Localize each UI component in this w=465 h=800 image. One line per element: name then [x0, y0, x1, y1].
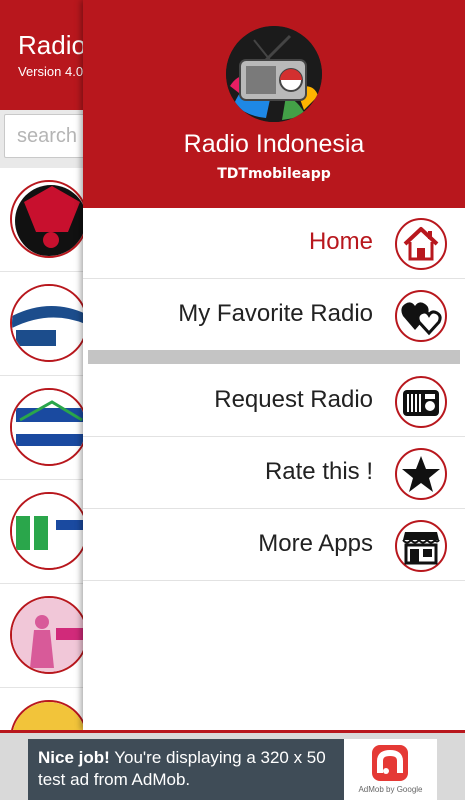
ad-caption: AdMob by Google	[358, 785, 423, 794]
station-logo	[10, 492, 88, 570]
admob-logo-icon	[372, 745, 408, 781]
station-logo	[10, 284, 88, 362]
drawer-app-name: Radio Indonesia	[183, 130, 365, 158]
background-version: Version 4.0	[18, 64, 84, 79]
menu-divider	[88, 350, 460, 364]
menu-item-favorites[interactable]: My Favorite Radio	[83, 280, 465, 351]
menu-item-label: Request Radio	[214, 386, 373, 413]
menu-item-label: My Favorite Radio	[178, 300, 373, 327]
ad-headline: Nice job!	[38, 748, 110, 767]
station-logo	[10, 388, 88, 466]
menu-item-label: Rate this !	[264, 458, 373, 485]
menu-item-label: Home	[308, 228, 373, 255]
drawer-header: Radio Indonesia TDTmobileapp	[83, 0, 465, 208]
home-icon	[395, 218, 447, 270]
menu-item-request-radio[interactable]: Request Radio	[83, 366, 465, 437]
station-logo	[10, 180, 88, 258]
hearts-icon	[395, 290, 447, 342]
menu-item-more-apps[interactable]: More Apps	[83, 510, 465, 581]
search-placeholder: search k	[17, 125, 93, 147]
menu-item-label: More Apps	[258, 530, 373, 557]
store-icon	[395, 520, 447, 572]
drawer-developer-name: TDTmobileapp	[217, 166, 331, 182]
menu-item-rate[interactable]: Rate this !	[83, 438, 465, 509]
radio-icon	[395, 376, 447, 428]
navigation-drawer: Radio Indonesia TDTmobileapp Home My Fav…	[83, 0, 465, 730]
radio-app-logo	[226, 26, 322, 122]
ad-content[interactable]: Nice job! You're displaying a 320 x 50 t…	[28, 739, 437, 800]
star-icon	[395, 448, 447, 500]
app-root: Radio Version 4.0 search k Radio Indones…	[0, 0, 465, 800]
ad-brand-panel: AdMob by Google	[344, 739, 437, 800]
background-app-title: Radio	[18, 30, 86, 60]
menu-item-home[interactable]: Home	[83, 208, 465, 279]
ad-banner: Nice job! You're displaying a 320 x 50 t…	[0, 730, 465, 800]
station-logo	[10, 596, 88, 674]
ad-text: Nice job! You're displaying a 320 x 50 t…	[38, 747, 338, 791]
